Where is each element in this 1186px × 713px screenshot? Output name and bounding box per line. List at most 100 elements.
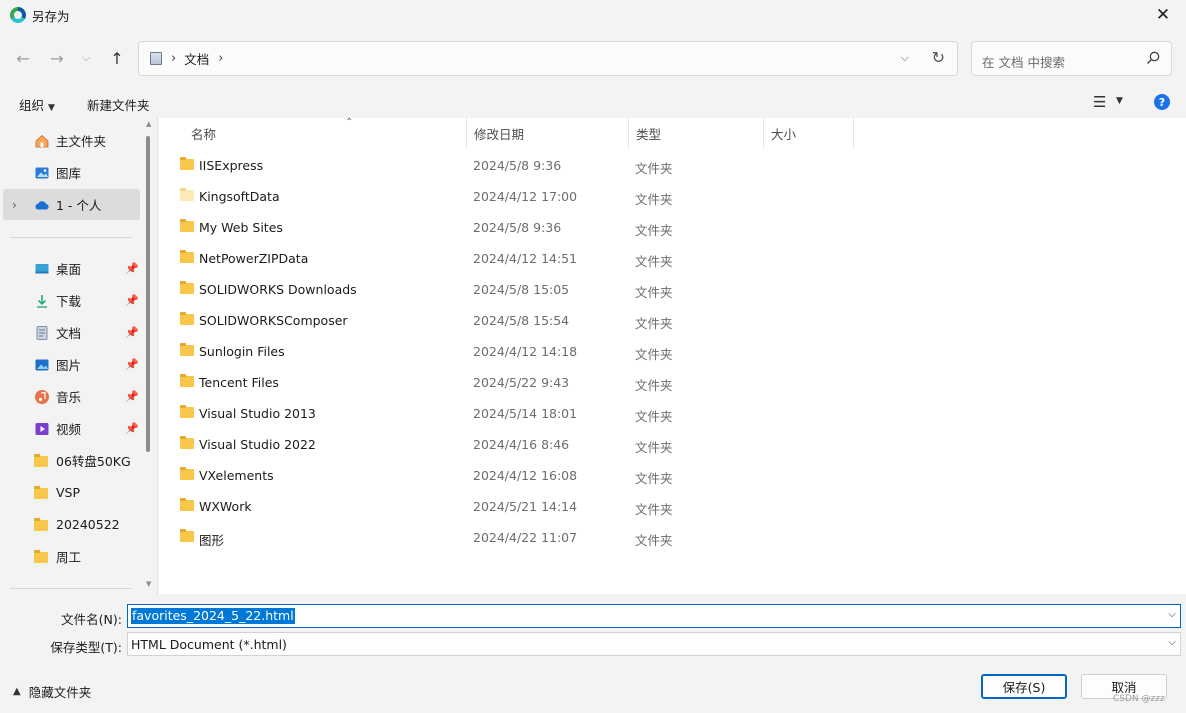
chevron-right-icon[interactable]: › <box>12 198 17 212</box>
scroll-down-arrow-icon[interactable]: ▼ <box>146 580 151 588</box>
organize-menu-button[interactable]: 组织 ▼ <box>19 95 55 114</box>
save-form: 文件名(N): favorites_2024_5_22.html ⌵ 保存类型(… <box>0 594 1186 713</box>
pin-icon[interactable]: 📌 <box>125 294 139 307</box>
column-header-date[interactable]: 修改日期 <box>467 118 629 148</box>
file-type: 文件夹 <box>635 316 673 331</box>
sidebar-item-pictures[interactable]: 图片 📌 <box>3 349 140 380</box>
title-bar: 另存为 ✕ <box>0 0 1186 30</box>
breadcrumb-separator-icon[interactable]: › <box>171 51 176 66</box>
view-caret-down-icon[interactable]: ▼ <box>1116 96 1123 106</box>
file-name: 图形 <box>199 533 225 548</box>
folder-icon <box>180 281 194 294</box>
sidebar-item-label: 主文件夹 <box>56 134 107 149</box>
file-row[interactable]: VXelements 2024/4/12 16:08 文件夹 <box>159 460 1186 491</box>
chevron-down-icon[interactable]: ⌵ <box>1168 637 1176 648</box>
column-header-type[interactable]: 类型 <box>629 118 764 148</box>
music-icon <box>35 389 49 404</box>
file-row[interactable]: Visual Studio 2013 2024/5/14 18:01 文件夹 <box>159 398 1186 429</box>
file-name: NetPowerZIPData <box>199 251 309 266</box>
file-row[interactable]: NetPowerZIPData 2024/4/12 14:51 文件夹 <box>159 243 1186 274</box>
file-date: 2024/5/21 14:14 <box>473 499 578 514</box>
pin-icon[interactable]: 📌 <box>125 358 139 371</box>
sidebar-item-videos[interactable]: 视频 📌 <box>3 413 140 444</box>
file-row[interactable]: SOLIDWORKS Downloads 2024/5/8 15:05 文件夹 <box>159 274 1186 305</box>
forward-arrow-icon[interactable]: → <box>42 43 72 73</box>
sidebar-item-label: 文档 <box>56 326 82 341</box>
breadcrumb-segment[interactable]: 文档 <box>184 49 209 68</box>
file-row[interactable]: Tencent Files 2024/5/22 9:43 文件夹 <box>159 367 1186 398</box>
sidebar-item-label: 20240522 <box>56 517 120 532</box>
hide-folders-toggle[interactable]: ▲ 隐藏文件夹 <box>13 682 91 701</box>
refresh-icon[interactable]: ↻ <box>932 48 945 67</box>
home-icon <box>35 134 49 147</box>
search-input[interactable]: 在 文档 中搜索 <box>982 52 1065 71</box>
new-folder-button[interactable]: 新建文件夹 <box>87 95 150 114</box>
file-name: VXelements <box>199 468 274 483</box>
file-name: SOLIDWORKS Downloads <box>199 282 357 297</box>
edge-app-icon <box>10 7 26 23</box>
address-bar[interactable]: › 文档 › ⌵ ↻ <box>138 41 958 76</box>
file-name: Visual Studio 2013 <box>199 406 316 421</box>
file-type: 文件夹 <box>635 347 673 362</box>
navigation-pane: ▲ ▼ 主文件夹 图库 › 1 - 个人 桌面 📌 下载 📌 文档 📌 图片 📌… <box>0 118 158 594</box>
file-date: 2024/5/22 9:43 <box>473 375 570 390</box>
file-row[interactable]: My Web Sites 2024/5/8 9:36 文件夹 <box>159 212 1186 243</box>
sidebar-scrollbar[interactable] <box>146 136 150 452</box>
filename-input[interactable]: favorites_2024_5_22.html <box>131 608 295 624</box>
breadcrumb-chevron-icon[interactable]: › <box>218 51 223 66</box>
column-header-name[interactable]: 名称 ⌃ <box>184 117 467 148</box>
sidebar-item-downloads[interactable]: 下载 📌 <box>3 285 140 316</box>
sidebar-item-folder[interactable]: 周工 <box>3 541 140 572</box>
file-row[interactable]: Sunlogin Files 2024/4/12 14:18 文件夹 <box>159 336 1186 367</box>
file-row[interactable]: 图形 2024/4/22 11:07 文件夹 <box>159 522 1186 553</box>
back-arrow-icon[interactable]: ← <box>8 43 38 73</box>
view-options-icon[interactable]: ☰ <box>1093 93 1106 111</box>
file-name: KingsoftData <box>199 189 280 204</box>
sidebar-item-folder[interactable]: 06转盘50KG <box>3 445 140 476</box>
search-box[interactable]: 在 文档 中搜索 <box>971 41 1172 76</box>
onedrive-icon <box>35 200 49 209</box>
file-row[interactable]: SOLIDWORKSComposer 2024/5/8 15:54 文件夹 <box>159 305 1186 336</box>
file-type: 文件夹 <box>635 440 673 455</box>
pin-icon[interactable]: 📌 <box>125 422 139 435</box>
close-icon[interactable]: ✕ <box>1140 0 1186 30</box>
file-row[interactable]: KingsoftData 2024/4/12 17:00 文件夹 <box>159 181 1186 212</box>
folder-icon <box>180 436 194 449</box>
file-name: SOLIDWORKSComposer <box>199 313 348 328</box>
sidebar-divider <box>10 237 132 238</box>
file-row[interactable]: Visual Studio 2022 2024/4/16 8:46 文件夹 <box>159 429 1186 460</box>
help-icon[interactable]: ? <box>1154 94 1170 110</box>
pin-icon[interactable]: 📌 <box>125 390 139 403</box>
caret-down-icon: ▼ <box>48 103 55 113</box>
filename-field[interactable]: favorites_2024_5_22.html ⌵ <box>127 604 1181 628</box>
search-icon[interactable] <box>1145 50 1161 66</box>
sidebar-item-onedrive[interactable]: › 1 - 个人 <box>3 189 140 220</box>
file-type: 文件夹 <box>635 502 673 517</box>
filetype-value: HTML Document (*.html) <box>131 637 287 652</box>
pin-icon[interactable]: 📌 <box>125 262 139 275</box>
recent-locations-chevron-icon[interactable]: ⌵ <box>74 43 98 73</box>
sidebar-item-desktop[interactable]: 桌面 📌 <box>3 253 140 284</box>
chevron-down-icon[interactable]: ⌵ <box>1168 609 1176 620</box>
folder-icon <box>180 374 194 387</box>
address-dropdown-icon[interactable]: ⌵ <box>901 51 909 65</box>
file-type: 文件夹 <box>635 285 673 300</box>
pin-icon[interactable]: 📌 <box>125 326 139 339</box>
file-date: 2024/4/22 11:07 <box>473 530 578 545</box>
file-name: WXWork <box>199 499 252 514</box>
sidebar-item-gallery[interactable]: 图库 <box>3 157 140 188</box>
file-row[interactable]: IISExpress 2024/5/8 9:36 文件夹 <box>159 150 1186 181</box>
sidebar-item-folder[interactable]: VSP <box>3 477 140 508</box>
sidebar-item-folder[interactable]: 20240522 <box>3 509 140 540</box>
sidebar-item-music[interactable]: 音乐 📌 <box>3 381 140 412</box>
up-arrow-icon[interactable]: ↑ <box>102 43 132 73</box>
save-button[interactable]: 保存(S) <box>981 674 1067 699</box>
column-header-size[interactable]: 大小 <box>764 118 854 148</box>
sidebar-item-documents[interactable]: 文档 📌 <box>3 317 140 348</box>
file-date: 2024/5/14 18:01 <box>473 406 578 421</box>
file-date: 2024/4/12 17:00 <box>473 189 578 204</box>
scroll-up-arrow-icon[interactable]: ▲ <box>146 120 151 128</box>
sidebar-item-home[interactable]: 主文件夹 <box>3 125 140 156</box>
filetype-select[interactable]: HTML Document (*.html) ⌵ <box>127 632 1181 656</box>
file-row[interactable]: WXWork 2024/5/21 14:14 文件夹 <box>159 491 1186 522</box>
